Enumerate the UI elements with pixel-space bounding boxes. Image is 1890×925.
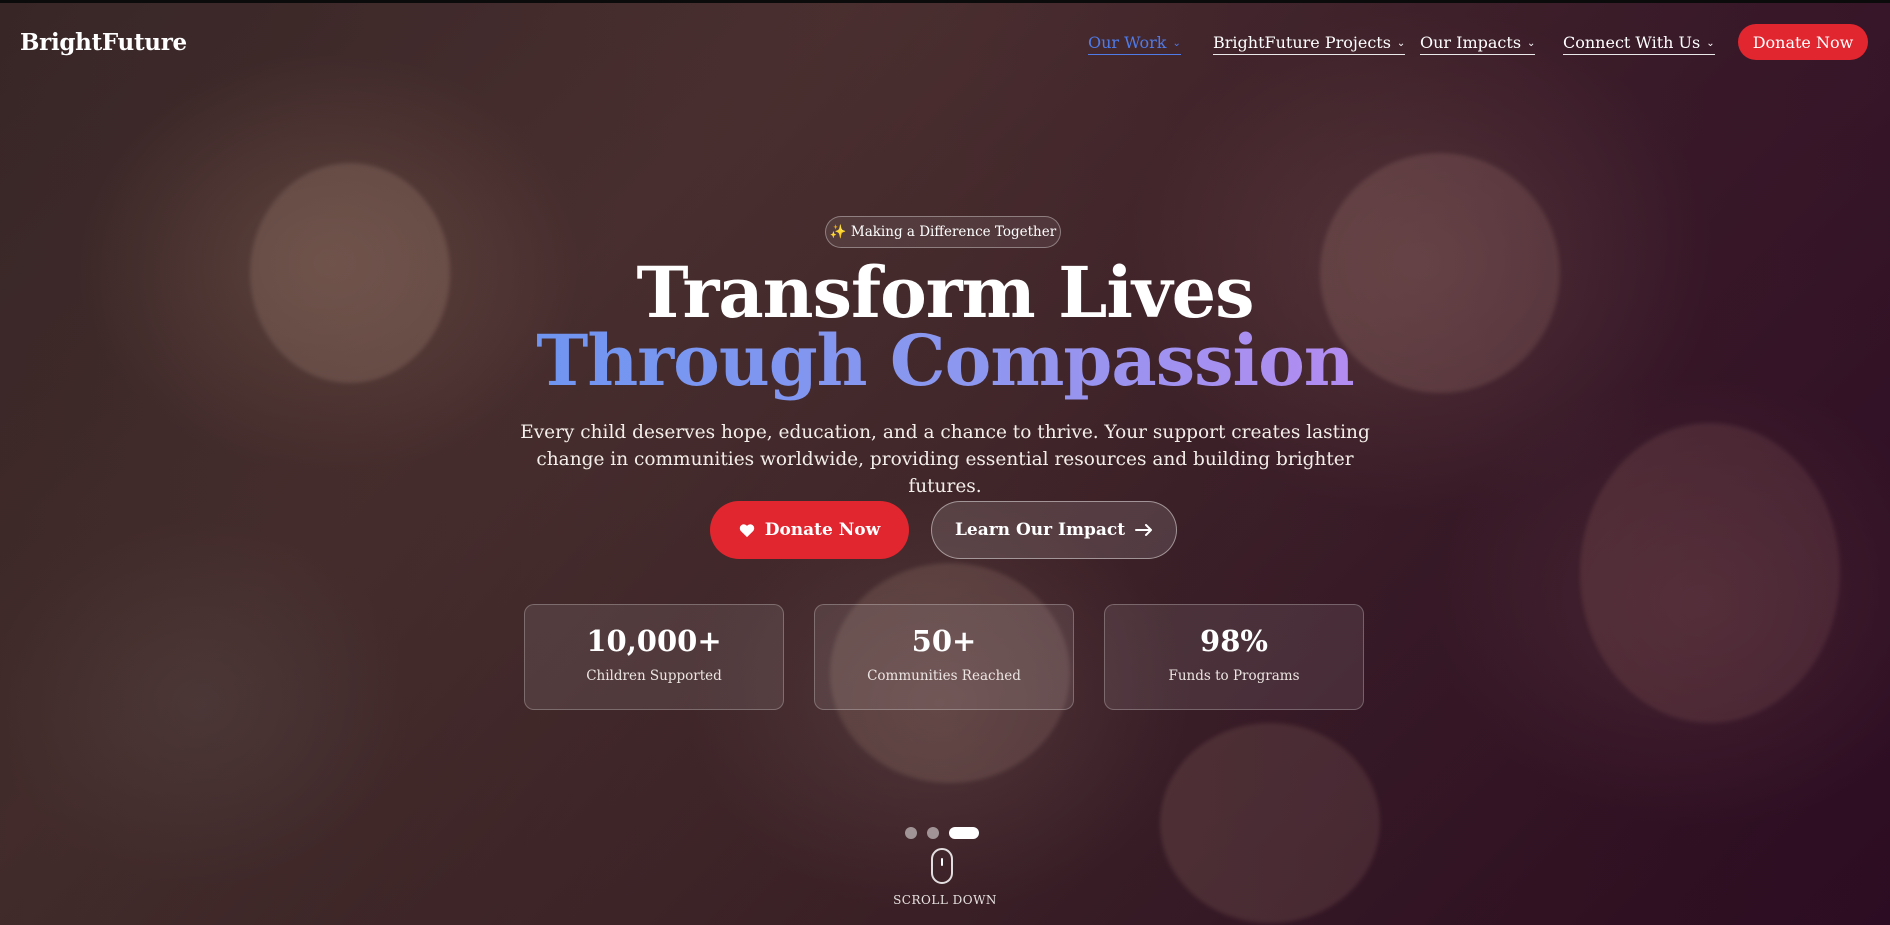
site-logo[interactable]: BrightFuture <box>20 29 187 56</box>
stat-value: 98% <box>1200 624 1268 658</box>
carousel-dot-2[interactable] <box>927 827 939 839</box>
carousel-dot-3-active[interactable] <box>949 827 979 839</box>
chevron-down-icon: ⌄ <box>1527 38 1536 49</box>
arrow-right-icon <box>1135 524 1153 536</box>
scroll-mouse-icon[interactable] <box>931 848 953 884</box>
hero-section: BrightFuture Our Work ⌄ BrightFuture Pro… <box>0 0 1890 925</box>
stat-card-funds: 98% Funds to Programs <box>1104 604 1364 710</box>
hero-subtitle: Every child deserves hope, education, an… <box>520 422 1370 497</box>
hero-title-gradient-text: Through Compassion <box>536 319 1354 402</box>
hero-badge: ✨ Making a Difference Together <box>825 216 1061 248</box>
hero-donate-button[interactable]: Donate Now <box>710 501 909 559</box>
nav-item-connect-with-us[interactable]: Connect With Us ⌄ <box>1563 33 1715 55</box>
stat-value: 10,000+ <box>586 624 722 658</box>
chevron-down-icon: ⌄ <box>1396 38 1406 49</box>
stat-label: Children Supported <box>586 668 722 684</box>
carousel-indicators <box>905 827 979 839</box>
stat-card-communities: 50+ Communities Reached <box>814 604 1074 710</box>
nav-item-our-impacts[interactable]: Our Impacts ⌄ <box>1420 33 1536 55</box>
hero-donate-label: Donate Now <box>764 520 881 540</box>
learn-impact-label: Learn Our Impact <box>954 520 1126 540</box>
stat-label: Communities Reached <box>867 668 1021 684</box>
hero-title-line1: Transform Lives <box>636 251 1254 334</box>
nav-item-our-work[interactable]: Our Work ⌄ <box>1088 33 1181 55</box>
hero-title-line2: Through Compassion <box>0 326 1890 396</box>
learn-impact-button[interactable]: Learn Our Impact <box>931 501 1177 559</box>
nav-donate-button[interactable]: Donate Now <box>1738 24 1868 60</box>
stat-card-children: 10,000+ Children Supported <box>524 604 784 710</box>
top-nav: BrightFuture Our Work ⌄ BrightFuture Pro… <box>0 3 1890 83</box>
scroll-down-label: SCROLL DOWN <box>893 893 997 907</box>
chevron-down-icon: ⌄ <box>1706 38 1715 49</box>
carousel-dot-1[interactable] <box>905 827 917 839</box>
heart-icon <box>739 523 754 537</box>
stat-value: 50+ <box>911 624 977 658</box>
nav-item-label: BrightFuture Projects <box>1213 33 1391 52</box>
nav-item-label: Our Impacts <box>1420 33 1522 52</box>
stat-label: Funds to Programs <box>1168 668 1300 684</box>
nav-item-brightfuture-projects[interactable]: BrightFuture Projects ⌄ <box>1213 33 1406 55</box>
chevron-down-icon: ⌄ <box>1172 38 1181 49</box>
nav-item-label: Connect With Us <box>1563 33 1701 52</box>
nav-item-label: Our Work <box>1088 33 1167 52</box>
